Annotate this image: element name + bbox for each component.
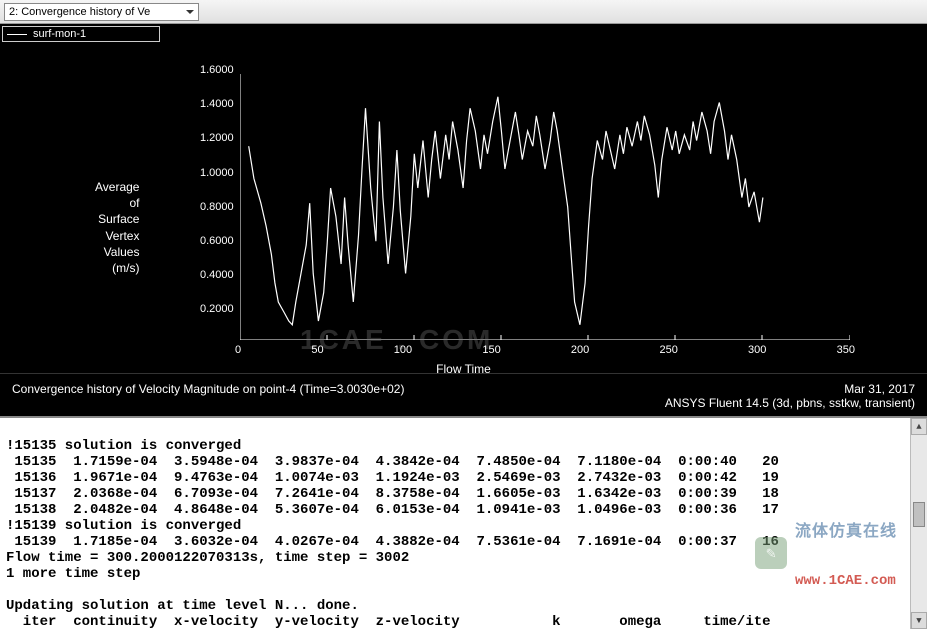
chart-title-bar: Convergence history of Velocity Magnitud… [0,373,927,416]
watermark-cn: 流体仿真在线 [795,517,897,541]
console-text: !15135 solution is converged 15135 1.715… [6,438,779,629]
scroll-up-icon[interactable]: ▲ [911,418,927,435]
view-dropdown[interactable]: 2: Convergence history of Ve [4,3,199,21]
graphics-window: surf-mon-1 Average of Surface Vertex Val… [0,24,927,416]
y-axis-ticks: 1.6000 1.4000 1.2000 1.0000 0.8000 0.600… [200,64,234,338]
y-axis-label: Average of Surface Vertex Values (m/s) [95,179,139,276]
scroll-down-icon[interactable]: ▼ [911,612,927,629]
watermark-url: www.1CAE.com [795,573,897,589]
chart-subtitle: ANSYS Fluent 14.5 (3d, pbns, sstkw, tran… [665,396,915,410]
console-output[interactable]: !15135 solution is converged 15135 1.715… [0,416,927,629]
legend: surf-mon-1 [2,26,160,42]
chart-svg [240,74,850,340]
dropdown-selected-text: 2: Convergence history of Ve [9,6,150,18]
legend-line-icon [7,34,27,35]
plot-area [240,74,850,340]
chart-title: Convergence history of Velocity Magnitud… [12,382,404,396]
toolbar: 2: Convergence history of Ve [0,0,927,24]
scroll-thumb[interactable] [913,502,925,527]
legend-label: surf-mon-1 [33,28,86,40]
x-axis-ticks: 050 100150 200250 300350 [235,344,855,356]
console-scrollbar[interactable]: ▲ ▼ [910,418,927,629]
chart-date: Mar 31, 2017 [844,382,915,396]
